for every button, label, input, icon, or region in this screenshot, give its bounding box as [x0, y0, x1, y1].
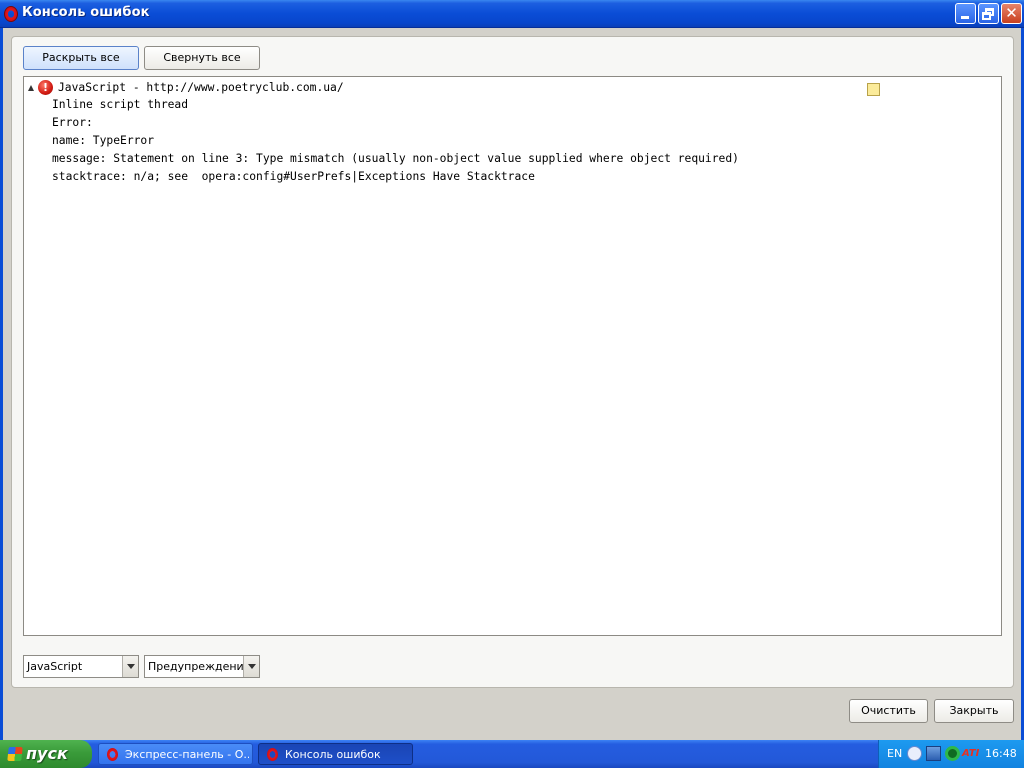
console-panel: Раскрыть все Свернуть все ! JavaScript -… — [11, 36, 1014, 688]
log-line-message: message: Statement on line 3: Type misma… — [52, 152, 739, 165]
error-icon: ! — [38, 80, 53, 95]
back-arrow-icon[interactable] — [907, 746, 922, 761]
taskbar-item-error-console[interactable]: Консоль ошибок — [258, 743, 413, 765]
language-indicator[interactable]: EN — [887, 747, 902, 760]
log-entry-header[interactable]: ! JavaScript - http://www.poetryclub.com… — [28, 80, 988, 96]
taskbar-item-label: Экспресс-панель - О... — [125, 748, 249, 761]
system-tray: EN ATI 16:48 — [878, 740, 1024, 768]
restore-icon-back — [982, 12, 991, 20]
collapse-arrow-icon[interactable] — [28, 85, 34, 91]
network-icon[interactable] — [926, 746, 941, 761]
title-bar[interactable]: Консоль ошибок ✕ — [0, 0, 1024, 28]
close-icon: ✕ — [1005, 4, 1018, 22]
log-line-name: name: TypeError — [52, 134, 155, 147]
opera-icon — [267, 748, 278, 761]
ati-icon[interactable]: ATI — [962, 746, 981, 761]
message-type-value: JavaScript — [27, 660, 83, 673]
expand-all-button[interactable]: Раскрыть все — [23, 46, 139, 70]
window-title: Консоль ошибок — [22, 5, 150, 20]
severity-value: Предупреждения — [148, 660, 251, 673]
opera-icon — [107, 748, 118, 761]
log-entry-title: JavaScript - http://www.poetryclub.com.u… — [58, 81, 344, 94]
start-button[interactable]: пуск — [0, 740, 92, 768]
clear-button[interactable]: Очистить — [849, 699, 928, 723]
taskbar: пуск Экспресс-панель - О... Консоль ошиб… — [0, 740, 1024, 768]
restore-button[interactable] — [978, 3, 999, 24]
taskbar-item-express-panel[interactable]: Экспресс-панель - О... — [98, 743, 253, 765]
minimize-button[interactable] — [955, 3, 976, 24]
close-window-button[interactable]: ✕ — [1001, 3, 1022, 24]
windows-logo-icon — [7, 747, 23, 761]
log-line-error: Error: — [52, 116, 93, 129]
close-button[interactable]: Закрыть — [934, 699, 1014, 723]
message-type-select[interactable]: JavaScript — [23, 655, 139, 678]
green-ring-icon[interactable] — [945, 746, 960, 761]
chevron-down-icon[interactable] — [122, 656, 138, 677]
severity-select[interactable]: Предупреждения — [144, 655, 260, 678]
chevron-down-icon[interactable] — [243, 656, 259, 677]
clock: 16:48 — [985, 747, 1017, 760]
error-console-window: Раскрыть все Свернуть все ! JavaScript -… — [0, 28, 1024, 740]
collapse-all-button[interactable]: Свернуть все — [144, 46, 260, 70]
note-icon[interactable] — [867, 83, 880, 96]
log-line-thread: Inline script thread — [52, 98, 189, 111]
taskbar-item-label: Консоль ошибок — [285, 748, 381, 761]
opera-app-icon[interactable] — [4, 6, 18, 22]
log-line-stacktrace: stacktrace: n/a; see opera:config#UserPr… — [52, 170, 535, 183]
start-label: пуск — [26, 744, 68, 763]
console-log-area[interactable]: ! JavaScript - http://www.poetryclub.com… — [23, 76, 1002, 636]
minimize-icon — [961, 16, 969, 19]
